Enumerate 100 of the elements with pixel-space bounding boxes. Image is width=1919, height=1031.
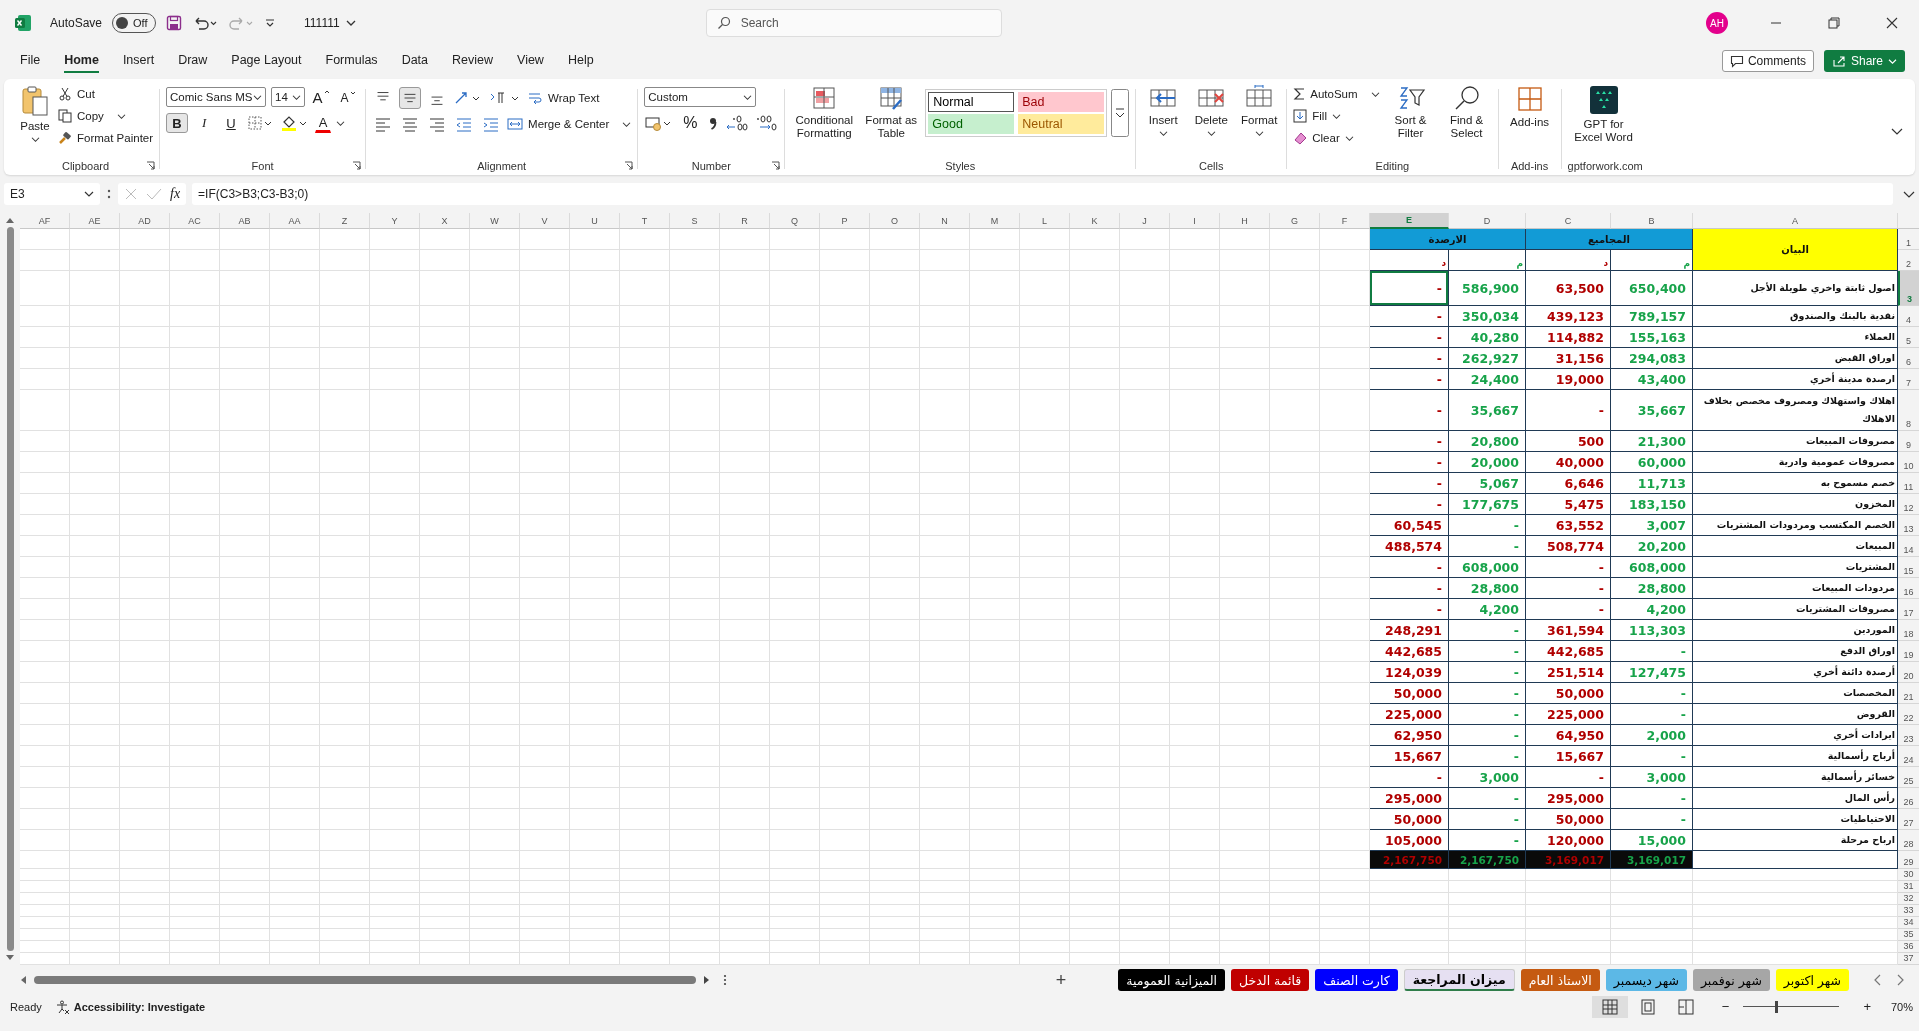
caret-icon[interactable] <box>336 119 346 127</box>
slider-thumb[interactable] <box>1775 1000 1778 1013</box>
column-header[interactable]: J <box>1120 213 1170 229</box>
column-header[interactable]: O <box>870 213 920 229</box>
column-header[interactable]: AF <box>20 213 70 229</box>
save-icon[interactable] <box>166 15 183 31</box>
cell-style-option[interactable]: Normal <box>928 92 1015 112</box>
zoom-in-button[interactable]: + <box>1863 999 1871 1014</box>
column-header[interactable]: G <box>1270 213 1320 229</box>
dialog-launcher-icon[interactable] <box>146 161 156 170</box>
column-header[interactable]: V <box>520 213 570 229</box>
font-name-dropdown[interactable]: Comic Sans MS <box>166 87 267 107</box>
increase-font-button[interactable]: A <box>310 87 333 107</box>
restore-icon[interactable] <box>1827 16 1841 30</box>
scroll-left-icon[interactable] <box>20 976 26 984</box>
row-header[interactable]: 13 <box>1898 515 1919 536</box>
column-header[interactable]: Q <box>770 213 820 229</box>
row-header[interactable]: 10 <box>1898 452 1919 473</box>
percent-button[interactable]: % <box>679 113 702 133</box>
row-header[interactable]: 6 <box>1898 348 1919 369</box>
sheet-tab[interactable]: شهر ديسمبر <box>1605 969 1687 991</box>
close-icon[interactable] <box>1885 16 1899 30</box>
row-header[interactable]: 37 <box>1898 953 1919 965</box>
add-ins-button[interactable]: Add-ins <box>1504 83 1555 131</box>
menu-tab[interactable]: Help <box>567 49 594 73</box>
row-header[interactable]: 18 <box>1898 620 1919 641</box>
row-header[interactable]: 15 <box>1898 557 1919 578</box>
row-header[interactable]: 22 <box>1898 704 1919 725</box>
column-header[interactable]: AA <box>270 213 320 229</box>
sheet-tab[interactable]: قائمة الدخل <box>1231 969 1310 991</box>
column-header[interactable]: F <box>1320 213 1370 229</box>
row-header[interactable]: 12 <box>1898 494 1919 515</box>
row-header[interactable]: 30 <box>1898 869 1919 881</box>
row-header[interactable]: 24 <box>1898 746 1919 767</box>
gpt-add-in-button[interactable]: GPT for Excel Word <box>1567 83 1640 146</box>
column-header[interactable]: Y <box>370 213 420 229</box>
row-header[interactable]: 34 <box>1898 917 1919 929</box>
dialog-launcher-icon[interactable] <box>352 161 362 170</box>
share-button[interactable]: Share <box>1823 50 1905 72</box>
dialog-launcher-icon[interactable] <box>624 161 634 170</box>
menu-tab[interactable]: Home <box>64 49 99 73</box>
font-color-button[interactable]: A <box>315 113 332 133</box>
comments-button[interactable]: Comments <box>1721 50 1814 72</box>
menu-tab[interactable]: Data <box>401 49 429 73</box>
row-header[interactable]: 29 <box>1898 851 1919 869</box>
column-header[interactable]: U <box>570 213 620 229</box>
row-header[interactable]: 19 <box>1898 641 1919 662</box>
underline-button[interactable]: U <box>220 113 243 133</box>
column-header[interactable]: N <box>920 213 970 229</box>
column-header[interactable]: AB <box>220 213 270 229</box>
merge-center-button[interactable]: Merge & Center <box>507 115 632 133</box>
number-format-dropdown[interactable]: Custom <box>644 87 757 107</box>
cell-style-option[interactable]: Bad <box>1018 92 1105 112</box>
sheet-tab[interactable]: ميزان المراجعة <box>1403 969 1515 991</box>
row-header[interactable]: 28 <box>1898 830 1919 851</box>
cut-button[interactable]: Cut <box>58 85 154 103</box>
format-as-table-button[interactable]: Format as Table <box>863 83 920 142</box>
row-header[interactable]: 7 <box>1898 369 1919 390</box>
middle-align-icon[interactable] <box>399 87 422 109</box>
accessibility-button[interactable]: Accessibility: Investigate <box>55 999 206 1014</box>
row-header[interactable]: 21 <box>1898 683 1919 704</box>
row-header[interactable]: 11 <box>1898 473 1919 494</box>
zoom-out-button[interactable]: − <box>1721 999 1730 1014</box>
row-header[interactable]: 14 <box>1898 536 1919 557</box>
customize-icon[interactable] <box>264 17 277 29</box>
next-sheet-icon[interactable] <box>1895 974 1905 986</box>
column-header[interactable]: W <box>470 213 520 229</box>
formula-field[interactable]: =IF(C3>B3;C3-B3;0) <box>192 183 1893 205</box>
dialog-launcher-icon[interactable] <box>771 161 781 170</box>
scroll-up-icon[interactable] <box>6 217 14 223</box>
menu-tab[interactable]: File <box>20 49 41 73</box>
name-box[interactable]: E3 <box>4 183 100 205</box>
column-header[interactable]: R <box>720 213 770 229</box>
column-header[interactable]: D <box>1449 213 1526 229</box>
scrollbar-thumb[interactable] <box>6 227 14 951</box>
bold-button[interactable]: B <box>166 113 189 133</box>
cell-style-option[interactable]: Good <box>928 114 1015 134</box>
more-icon[interactable] <box>722 973 728 987</box>
fill-button[interactable]: Fill <box>1293 107 1380 125</box>
find-select-button[interactable]: Find & Select <box>1441 83 1492 142</box>
clear-button[interactable]: Clear <box>1293 129 1380 147</box>
row-header[interactable]: 1 <box>1898 229 1919 250</box>
column-header[interactable]: H <box>1220 213 1270 229</box>
previous-sheet-icon[interactable] <box>1873 974 1883 986</box>
menu-tab[interactable]: Draw <box>178 49 208 73</box>
more-icon[interactable] <box>106 187 112 201</box>
new-sheet-button[interactable]: + <box>1055 969 1067 991</box>
row-header[interactable]: 25 <box>1898 767 1919 788</box>
row-header[interactable]: 3 <box>1898 271 1919 306</box>
row-header[interactable]: 17 <box>1898 599 1919 620</box>
sort-filter-button[interactable]: Sort & Filter <box>1385 83 1436 142</box>
increase-decimal-icon[interactable] <box>725 114 750 132</box>
wrap-text-button[interactable]: Wrap Text <box>527 89 600 107</box>
column-header[interactable]: C <box>1526 213 1611 229</box>
font-size-dropdown[interactable]: 14 <box>271 87 306 107</box>
column-header[interactable]: I <box>1170 213 1220 229</box>
decrease-decimal-icon[interactable] <box>754 114 779 132</box>
column-header[interactable]: L <box>1020 213 1070 229</box>
row-header[interactable]: 27 <box>1898 809 1919 830</box>
cell-style-option[interactable]: Neutral <box>1018 114 1105 134</box>
